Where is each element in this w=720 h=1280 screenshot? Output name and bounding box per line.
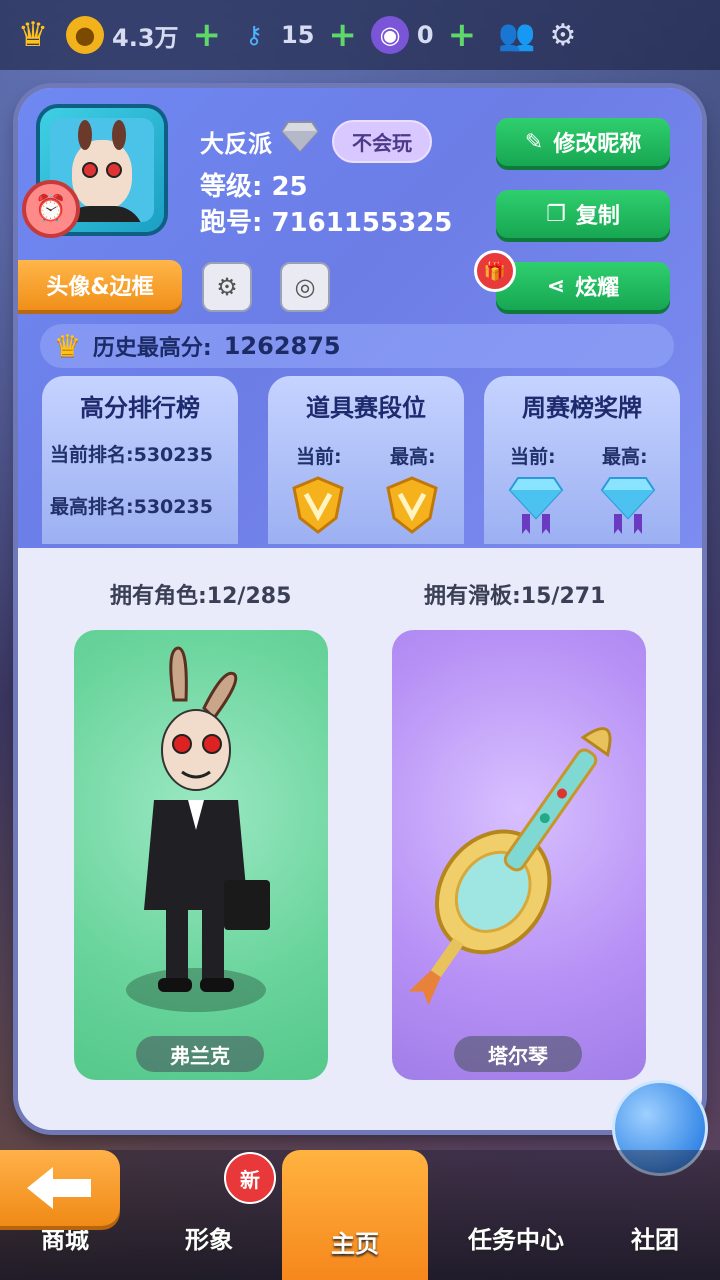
high-score-bar: ♛ 历史最高分: 1262875 bbox=[40, 324, 674, 368]
nav-home-highlight bbox=[282, 1150, 428, 1280]
item-tier-current-label: 当前: bbox=[296, 446, 342, 468]
board-showcase[interactable]: 塔尔琴 bbox=[392, 630, 646, 1080]
profile-panel: ⏰ 大反派 不会玩 等级: 25 跑号: 7161155325 ✎ 修改昵称 ❐… bbox=[18, 88, 702, 1130]
nav-outfit[interactable]: 形象 bbox=[144, 1220, 274, 1255]
weekly-medal-card[interactable]: 周赛榜奖牌 当前: 最高: bbox=[484, 376, 680, 544]
eye-right bbox=[106, 162, 122, 178]
weekly-highest-label: 最高: bbox=[602, 446, 648, 468]
diamond-medal-icon bbox=[600, 477, 656, 534]
weekly-current-label: 当前: bbox=[510, 446, 556, 468]
key-resource: ⚷ 15 + bbox=[235, 15, 357, 55]
key-count: 15 bbox=[281, 21, 315, 49]
copy-button[interactable]: ❐ 复制 bbox=[496, 190, 670, 238]
ear-right bbox=[112, 120, 126, 150]
coin-count: 4.3万 bbox=[112, 23, 179, 52]
level-value: 25 bbox=[271, 172, 308, 202]
character-name: 弗兰克 bbox=[136, 1036, 264, 1072]
level-label: 等级: bbox=[200, 172, 263, 202]
copy-icon: ❐ bbox=[546, 201, 566, 227]
token-resource: ◉ 0 + bbox=[370, 15, 477, 55]
nav-home[interactable]: 主页 bbox=[290, 1224, 420, 1259]
best-rank: 最高排名:530235 bbox=[50, 496, 213, 518]
resource-bar: ♛ ● 4.3万 + ⚷ 15 + ◉ 0 + 👥 ⚙ bbox=[0, 0, 720, 70]
rabbit-mask-face bbox=[72, 120, 132, 210]
coin-icon: ● bbox=[66, 16, 104, 54]
gold-tier-badge-icon bbox=[292, 476, 344, 534]
key-icon: ⚷ bbox=[245, 21, 263, 49]
alarm-clock-icon: ⏰ bbox=[22, 180, 80, 238]
boards-owned: 拥有滑板:15/271 bbox=[424, 584, 606, 609]
avatar-frame-button[interactable]: 头像&边框 bbox=[18, 260, 182, 310]
coin-resource: ● 4.3万 + bbox=[66, 15, 221, 55]
share-label: 炫耀 bbox=[575, 276, 620, 301]
back-button[interactable] bbox=[0, 1150, 120, 1226]
add-coins-icon[interactable]: + bbox=[193, 15, 222, 55]
settings-gear-icon[interactable]: ⚙ bbox=[549, 18, 576, 53]
friends-icon[interactable]: 👥 bbox=[498, 18, 535, 53]
gift-icon: 🎁 bbox=[474, 250, 516, 292]
new-badge: 新 bbox=[224, 1152, 276, 1204]
crown-icon: ♛ bbox=[17, 15, 49, 55]
weekly-title: 周赛榜奖牌 bbox=[522, 394, 642, 422]
edit-name-button[interactable]: ✎ 修改昵称 bbox=[496, 118, 670, 166]
item-tier-title: 道具赛段位 bbox=[306, 394, 426, 422]
item-tier-card[interactable]: 道具赛段位 当前: 最高: bbox=[268, 376, 464, 544]
player-name: 大反派 bbox=[200, 130, 272, 158]
board-name: 塔尔琴 bbox=[454, 1036, 582, 1072]
item-tier-highest-label: 最高: bbox=[390, 446, 436, 468]
copy-label: 复制 bbox=[575, 204, 620, 229]
run-id-line: 跑号: 7161155325 bbox=[200, 202, 452, 239]
edit-name-label: 修改昵称 bbox=[553, 132, 642, 157]
token-count: 0 bbox=[416, 21, 434, 49]
share-button[interactable]: ⋖ 炫耀 bbox=[496, 262, 670, 310]
characters-owned: 拥有角色:12/285 bbox=[110, 584, 292, 609]
run-id-label: 跑号: bbox=[200, 208, 263, 238]
lute-board-icon bbox=[408, 727, 612, 1006]
high-score-label: 历史最高分: bbox=[92, 336, 212, 361]
gold-tier-badge-icon bbox=[386, 476, 438, 534]
edit-icon: ✎ bbox=[524, 129, 544, 155]
diamond-rank-icon bbox=[282, 121, 318, 152]
character-showcase[interactable]: 弗兰克 bbox=[74, 630, 328, 1080]
crown-icon: ♛ bbox=[54, 328, 81, 364]
ear-left bbox=[78, 120, 92, 150]
token-icon: ◉ bbox=[370, 16, 409, 54]
nav-tasks[interactable]: 任务中心 bbox=[446, 1220, 586, 1255]
add-tokens-icon[interactable]: + bbox=[448, 15, 477, 55]
level-line: 等级: 25 bbox=[200, 166, 308, 203]
nav-club[interactable]: 社团 bbox=[590, 1220, 720, 1255]
current-rank: 当前排名:530235 bbox=[50, 444, 213, 466]
weibo-icon[interactable]: ◎ bbox=[280, 262, 330, 312]
add-keys-icon[interactable]: + bbox=[328, 15, 357, 55]
high-score-value: 1262875 bbox=[223, 332, 341, 360]
leaderboard-card[interactable]: 高分排行榜 当前排名:530235 最高排名:530235 bbox=[42, 376, 238, 544]
share-icon: ⋖ bbox=[546, 273, 566, 299]
back-arrow-icon bbox=[27, 1167, 91, 1209]
character-figure-icon bbox=[126, 646, 270, 1012]
run-id-value: 7161155325 bbox=[271, 208, 453, 238]
diamond-medal-icon bbox=[508, 477, 564, 534]
leaderboard-title: 高分排行榜 bbox=[80, 394, 200, 422]
crown-resource: ♛ bbox=[14, 15, 52, 55]
player-tag: 不会玩 bbox=[332, 120, 432, 163]
link-account-icon[interactable]: ⚙ bbox=[202, 262, 252, 312]
eye-left bbox=[82, 162, 98, 178]
